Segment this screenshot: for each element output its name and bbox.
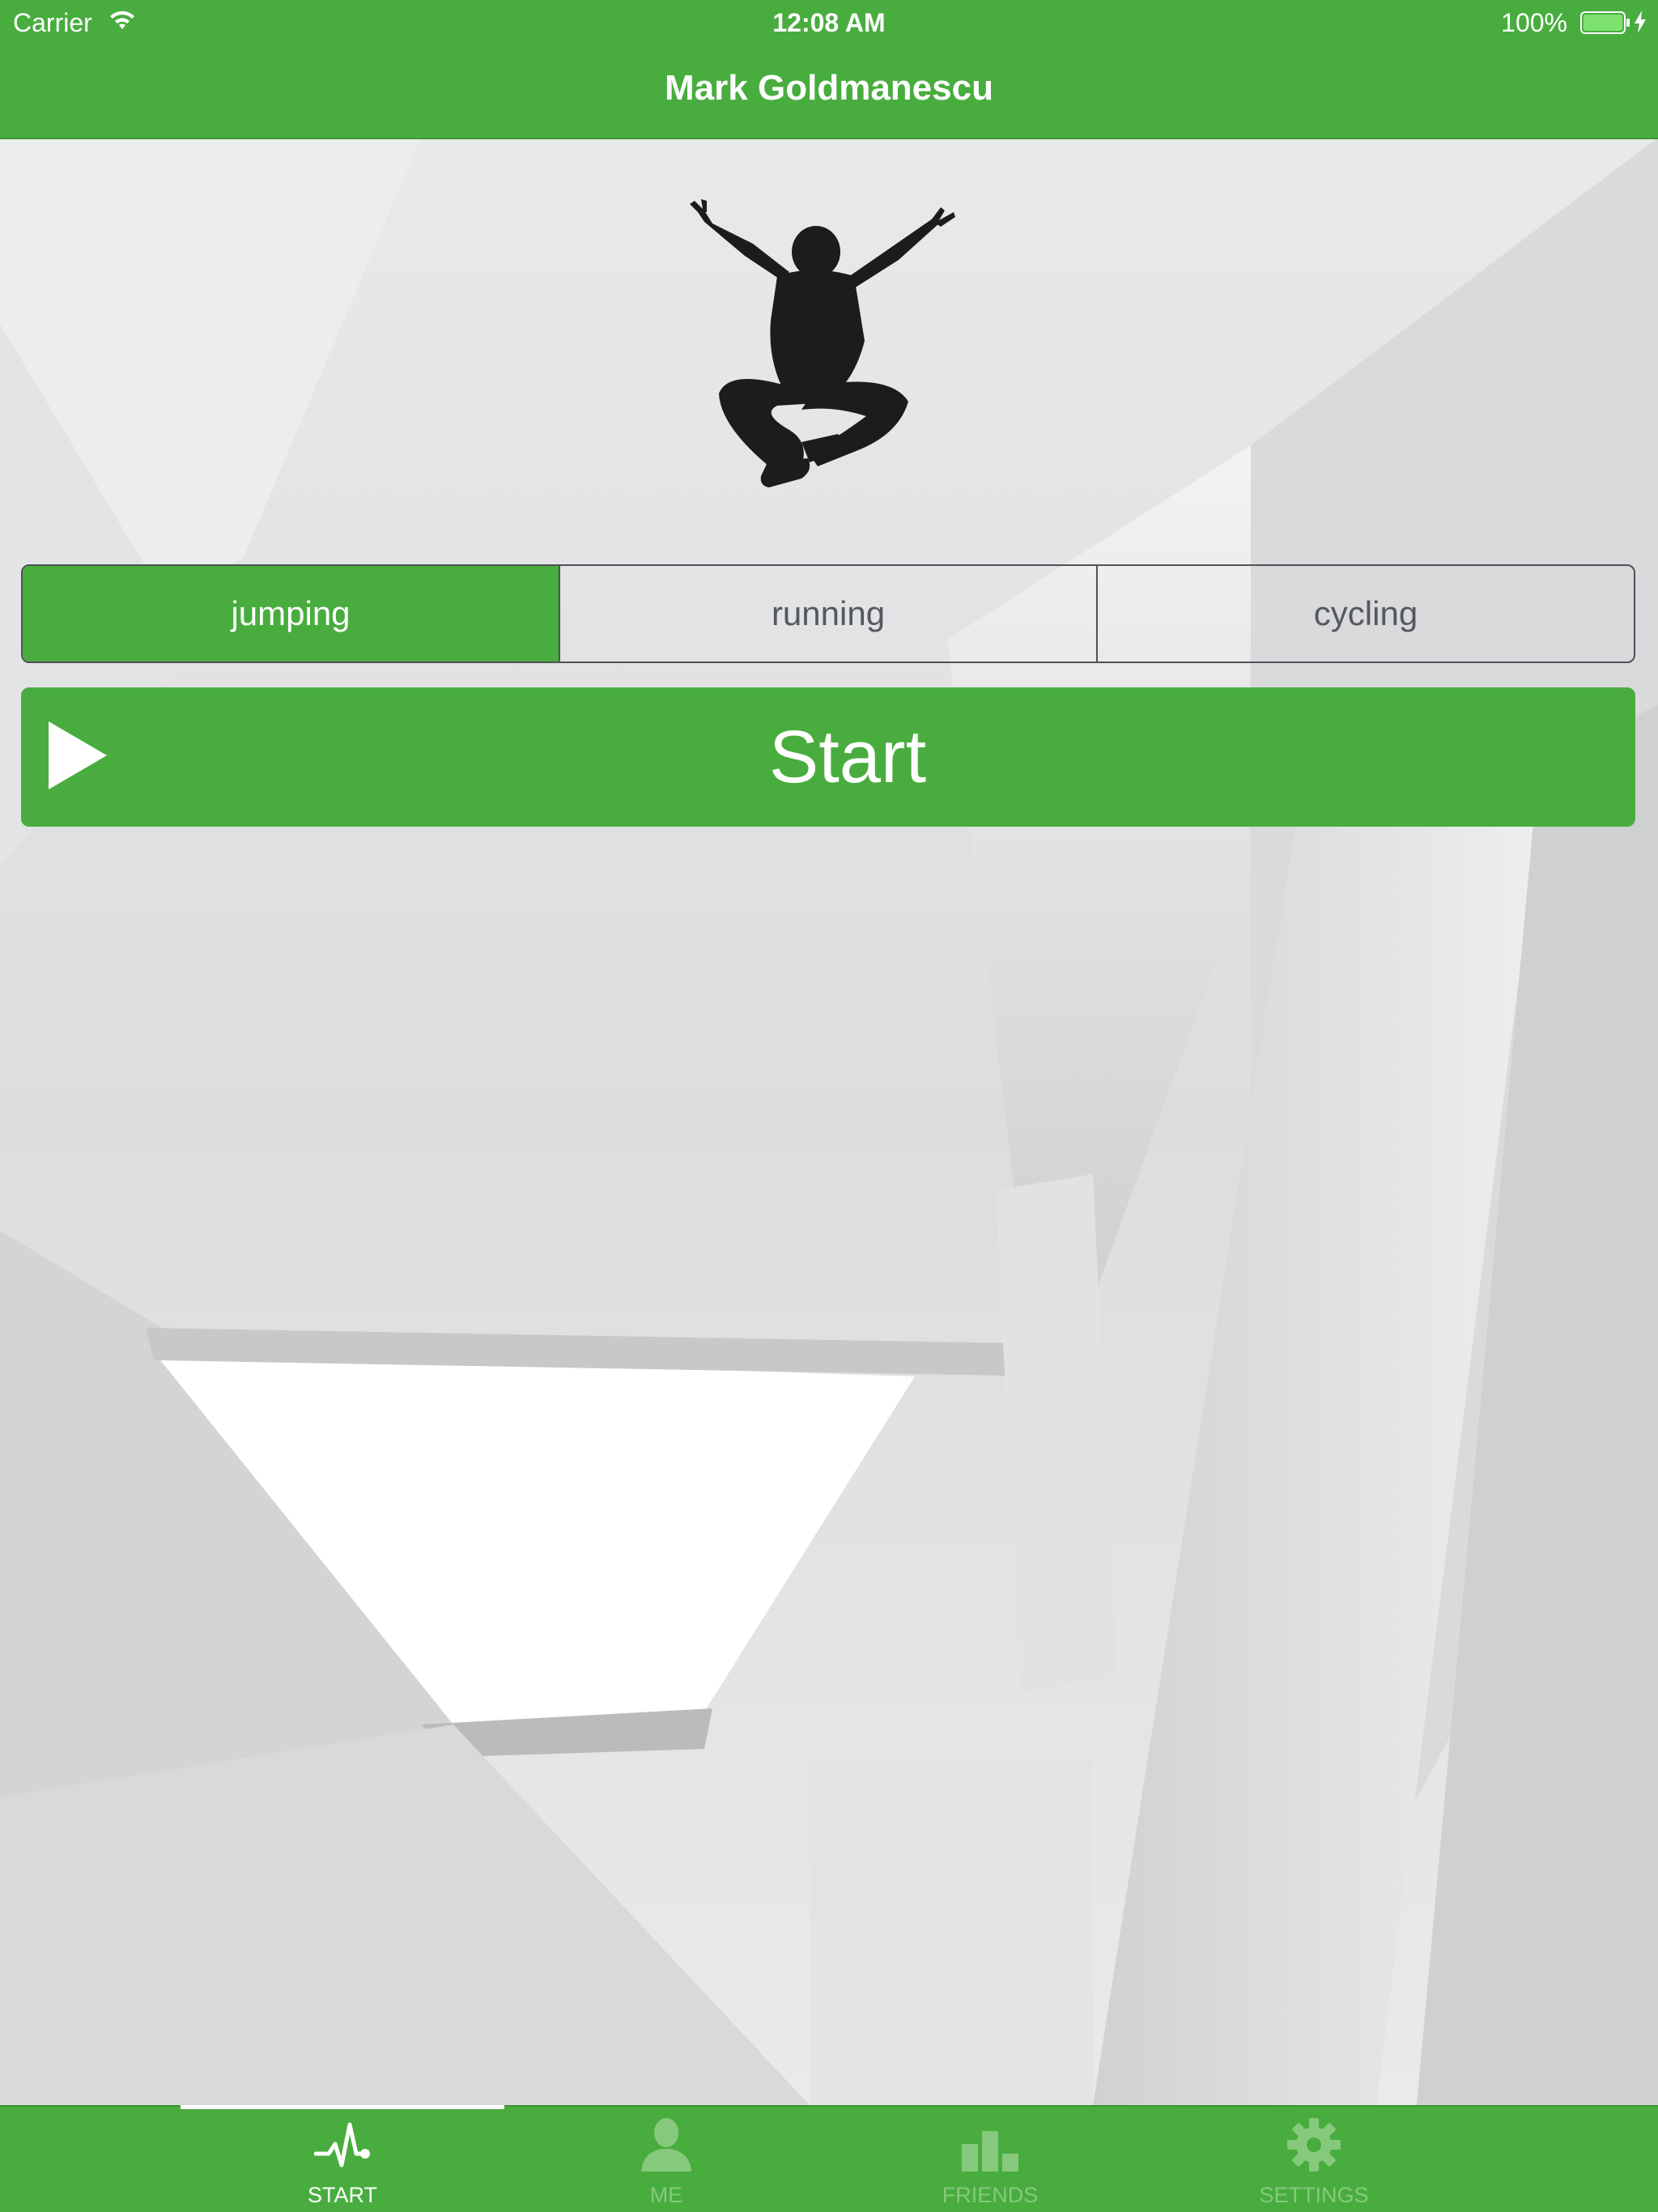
segment-jumping[interactable]: jumping [23, 566, 559, 661]
start-button-label: Start [768, 715, 927, 798]
tab-me-label: ME [649, 2183, 683, 2207]
activity-segmented-control: jumping running cycling [21, 564, 1635, 663]
battery-icon [1580, 11, 1630, 34]
tab-friends-label: FRIENDS [942, 2183, 1039, 2207]
person-icon [641, 2118, 691, 2172]
page-title: Mark Goldmanescu [665, 68, 993, 108]
start-button[interactable]: Start [21, 687, 1635, 827]
tab-bar: START ME FRIENDS SETTINGS [0, 2105, 1658, 2212]
tab-settings[interactable]: SETTINGS [1152, 2107, 1476, 2212]
segment-cycling[interactable]: cycling [1096, 566, 1634, 661]
segment-running[interactable]: running [559, 566, 1096, 661]
battery-percent: 100% [1501, 8, 1567, 37]
charging-icon [1635, 11, 1646, 33]
gear-icon [1287, 2118, 1341, 2172]
top-bar: Carrier 12:08 AM 100% Mark Goldmanescu [0, 0, 1658, 139]
segment-cycling-label: cycling [1313, 594, 1418, 632]
tab-friends[interactable]: FRIENDS [828, 2107, 1152, 2212]
bar-chart-icon [962, 2131, 1018, 2172]
segment-jumping-label: jumping [231, 594, 351, 632]
active-tab-indicator [181, 2105, 504, 2109]
status-bar: Carrier 12:08 AM 100% [0, 0, 1658, 45]
clock: 12:08 AM [772, 8, 886, 37]
jumping-person-image [690, 199, 955, 487]
tab-start[interactable]: START [181, 2105, 504, 2212]
pulse-icon [314, 2122, 370, 2167]
tab-start-label: START [307, 2183, 377, 2207]
segment-running-label: running [771, 594, 886, 632]
tab-settings-label: SETTINGS [1259, 2183, 1369, 2207]
tab-me[interactable]: ME [504, 2107, 828, 2212]
